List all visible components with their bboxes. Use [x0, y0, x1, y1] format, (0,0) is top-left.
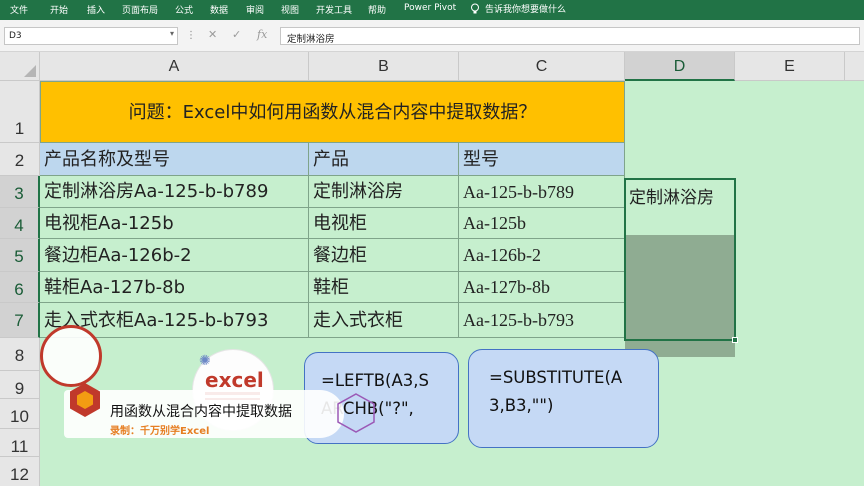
- enter-icon[interactable]: ✓: [232, 28, 241, 41]
- selection-border: [624, 178, 736, 341]
- formula-substitute-line2: 3,B3,""): [489, 396, 554, 415]
- row-header-1[interactable]: 1: [0, 81, 40, 143]
- cell-b3[interactable]: 定制淋浴房: [309, 176, 459, 208]
- formula-bubble-substitute: =SUBSTITUTE(A 3,B3,""): [468, 349, 659, 448]
- cell-c3[interactable]: Aa-125-b-b789: [459, 176, 625, 208]
- row-header-6[interactable]: 6: [0, 272, 40, 303]
- banner-title: 用函数从混合内容中提取数据: [110, 404, 292, 420]
- tab-view[interactable]: 视图: [281, 3, 299, 16]
- formula-bar: D3 ▾ ⋮ ✕ ✓ fx 定制淋浴房: [0, 20, 864, 52]
- tab-review[interactable]: 审阅: [246, 3, 264, 16]
- cell-b7[interactable]: 走入式衣柜: [309, 303, 459, 338]
- header-cell-b2[interactable]: 产品: [309, 143, 459, 176]
- tab-power-pivot[interactable]: Power Pivot: [404, 3, 456, 13]
- channel-logo-ring: [40, 325, 102, 387]
- tab-file[interactable]: 文件: [10, 3, 28, 16]
- chevron-down-icon[interactable]: ▾: [170, 29, 174, 38]
- tell-me-label: 告诉我你想要做什么: [485, 5, 567, 15]
- cell-c5[interactable]: Aa-126b-2: [459, 239, 625, 272]
- row-header-2[interactable]: 2: [0, 143, 40, 176]
- hexagon-outline-icon: [337, 393, 375, 433]
- row-header-11[interactable]: 11: [0, 429, 40, 457]
- cell-b5[interactable]: 餐边柜: [309, 239, 459, 272]
- row-header-10[interactable]: 10: [0, 399, 40, 429]
- row-header-4[interactable]: 4: [0, 208, 40, 239]
- row-header-3[interactable]: 3: [0, 176, 40, 208]
- row-header-8[interactable]: 8: [0, 338, 40, 371]
- column-header-b[interactable]: B: [309, 52, 459, 81]
- column-header-f[interactable]: [845, 52, 864, 81]
- tab-help[interactable]: 帮助: [368, 3, 386, 16]
- name-box-value: D3: [9, 31, 22, 41]
- row-header-12[interactable]: 12: [0, 457, 40, 486]
- cell-a6[interactable]: 鞋柜Aa-127b-8b: [40, 272, 309, 303]
- cancel-icon[interactable]: ✕: [208, 28, 217, 41]
- cell-a3[interactable]: 定制淋浴房Aa-125-b-b789: [40, 176, 309, 208]
- row-header-7[interactable]: 7: [0, 303, 40, 338]
- tab-data[interactable]: 数据: [210, 3, 228, 16]
- formula-substitute-line1: =SUBSTITUTE(A: [489, 368, 623, 387]
- ribbon-tabs: 文件 开始 插入 页面布局 公式 数据 审阅 视图 开发工具 帮助 Power …: [0, 0, 864, 20]
- sparkle-icon: ✺: [199, 353, 211, 369]
- cell-a5[interactable]: 餐边柜Aa-126b-2: [40, 239, 309, 272]
- banner-subtitle: 录制：千万别学Excel: [110, 426, 210, 437]
- column-header-a[interactable]: A: [40, 52, 309, 81]
- insert-function-icon[interactable]: fx: [257, 28, 267, 41]
- excel-logo-text: excel: [205, 368, 264, 392]
- column-header-e[interactable]: E: [735, 52, 845, 81]
- cell-c6[interactable]: Aa-127b-8b: [459, 272, 625, 303]
- tab-formulas[interactable]: 公式: [175, 3, 193, 16]
- row-header-5[interactable]: 5: [0, 239, 40, 272]
- tab-page-layout[interactable]: 页面布局: [122, 3, 158, 16]
- select-all-button[interactable]: [0, 52, 40, 81]
- hexagon-logo-icon: [70, 383, 100, 417]
- title-cell-a1[interactable]: 问题：Excel中如何用函数从混合内容中提取数据？: [40, 81, 625, 143]
- header-cell-a2[interactable]: 产品名称及型号: [40, 143, 309, 176]
- name-box[interactable]: D3 ▾: [4, 27, 178, 45]
- cell-a4[interactable]: 电视柜Aa-125b: [40, 208, 309, 239]
- formula-input[interactable]: 定制淋浴房: [280, 27, 860, 45]
- tell-me-box[interactable]: 告诉我你想要做什么: [470, 2, 566, 15]
- formula-leftb-line1: =LEFTB(A3,S: [321, 371, 429, 390]
- tab-insert[interactable]: 插入: [87, 3, 105, 16]
- lightbulb-icon: [471, 3, 479, 13]
- column-header-c[interactable]: C: [459, 52, 625, 81]
- formula-bar-separator: ⋮: [186, 30, 196, 41]
- tab-developer[interactable]: 开发工具: [316, 3, 352, 16]
- tab-home[interactable]: 开始: [50, 3, 68, 16]
- cell-c7[interactable]: Aa-125-b-b793: [459, 303, 625, 338]
- header-cell-c2[interactable]: 型号: [459, 143, 625, 176]
- column-header-d[interactable]: D: [625, 52, 735, 81]
- cell-c4[interactable]: Aa-125b: [459, 208, 625, 239]
- row-header-9[interactable]: 9: [0, 371, 40, 399]
- cell-b4[interactable]: 电视柜: [309, 208, 459, 239]
- cell-b6[interactable]: 鞋柜: [309, 272, 459, 303]
- fill-handle[interactable]: [732, 337, 738, 343]
